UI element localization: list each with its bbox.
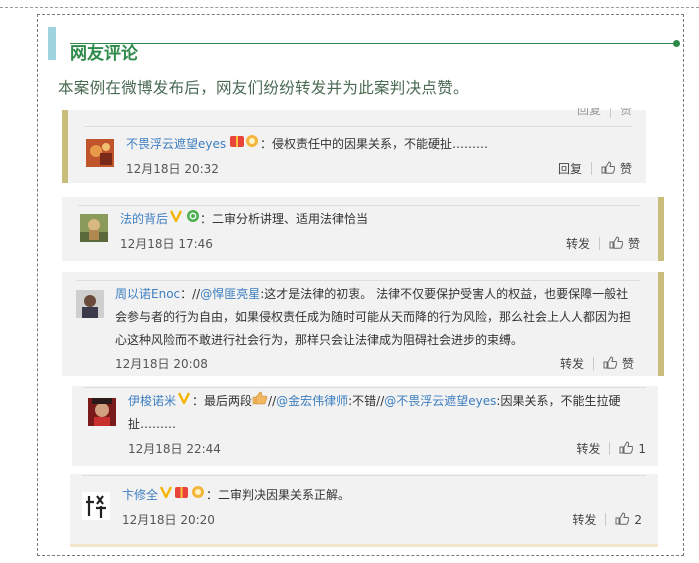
partial-reply: 回复 — [576, 108, 601, 117]
action-separator — [609, 442, 611, 455]
comment-time: 12月18日 17:46 — [120, 237, 213, 251]
avatar[interactable] — [80, 214, 108, 242]
verified-v-icon — [177, 390, 192, 413]
comment-card-2: 法的背后 ：二审分析讲理、适用法律恰当 12月18日 17:46 转发 赞 — [62, 197, 664, 261]
comment-body: 不畏浮云遮望eyes ：侵权责任中的因果关系，不能硬扯……… — [126, 133, 488, 156]
comment-time: 12月18日 20:08 — [115, 357, 208, 371]
thumbs-up-icon[interactable] — [603, 355, 618, 372]
comment-actions: 转发 2 — [572, 511, 642, 528]
mention-link[interactable]: @悍匪亮星 — [200, 287, 260, 301]
comment-actions: 转发 赞 — [566, 235, 640, 252]
comment-actions: 转发 1 — [576, 440, 646, 457]
card-bottom-edge — [70, 544, 658, 547]
comment-time: 12月18日 20:32 — [126, 162, 219, 176]
top-divider — [0, 7, 699, 8]
action-separator — [598, 237, 600, 250]
avatar[interactable] — [76, 290, 104, 318]
card-divider — [78, 205, 640, 206]
section-title-rule — [70, 43, 676, 44]
comment-time: 12月18日 20:20 — [122, 513, 215, 527]
avatar[interactable] — [88, 398, 116, 426]
card-stripe — [658, 272, 664, 376]
action-separator — [592, 357, 594, 370]
avatar[interactable] — [86, 139, 114, 167]
avatar[interactable] — [82, 492, 110, 520]
thumbs-up-icon[interactable] — [601, 160, 616, 177]
mention-link[interactable]: @金宏伟律师 — [276, 394, 348, 408]
thumbs-up-icon[interactable] — [609, 235, 624, 252]
card-stripe — [658, 197, 664, 261]
comment-body: 法的背后 ：二审分析讲理、适用法律恰当 — [120, 208, 368, 231]
comment-body: 卞修全 ：二审判决因果关系正解。 — [122, 484, 350, 507]
action-separator — [605, 513, 607, 526]
partial-top-actions: 回复 赞 — [577, 108, 632, 118]
section-accent-bar — [48, 27, 56, 60]
username-link[interactable]: 周以诺Enoc — [115, 287, 180, 301]
like-button[interactable]: 赞 — [628, 235, 640, 252]
comment-actions: 回复 赞 — [558, 160, 632, 177]
card-divider — [82, 475, 646, 476]
like-button[interactable]: 赞 — [622, 355, 634, 372]
username-link[interactable]: 伊梭诺米 — [128, 394, 176, 408]
like-count[interactable]: 1 — [638, 442, 646, 456]
mention-link[interactable]: @不畏浮云遮望eyes — [384, 394, 496, 408]
thumbs-up-icon[interactable] — [615, 511, 630, 528]
card-stripe — [62, 110, 68, 183]
username-link[interactable]: 不畏浮云遮望eyes — [126, 137, 226, 151]
comment-body: 伊梭诺米 ：最后两段//@金宏伟律师:不错//@不畏浮云遮望eyes:因果关系，不… — [128, 390, 648, 436]
section-title-dot — [673, 40, 680, 47]
partial-like: 赞 — [619, 108, 632, 117]
like-count[interactable]: 2 — [634, 513, 642, 527]
reply-button[interactable]: 回复 — [558, 160, 582, 177]
action-separator — [590, 162, 592, 175]
repost-button[interactable]: 转发 — [576, 440, 600, 457]
card-divider — [84, 387, 646, 388]
thumbs-up-emoji-icon — [252, 390, 268, 413]
verified-v-icon — [169, 208, 200, 231]
repost-button[interactable]: 转发 — [560, 355, 584, 372]
comment-card-1: 回复赞 不畏浮云遮望eyes ：侵权责任中的因果关系，不能硬扯……… 12月18… — [62, 108, 646, 183]
repost-button[interactable]: 转发 — [572, 511, 596, 528]
comment-card-5: 卞修全 ：二审判决因果关系正解。 12月18日 20:20 转发 2 — [70, 474, 658, 547]
verified-v-icon — [159, 484, 206, 507]
comment-card-4: 伊梭诺米 ：最后两段//@金宏伟律师:不错//@不畏浮云遮望eyes:因果关系，不… — [72, 386, 658, 466]
section-subtitle: 本案例在微博发布后，网友们纷纷转发并为此案判决点赞。 — [58, 79, 469, 97]
username-link[interactable]: 卞修全 — [122, 488, 158, 502]
comment-card-3: 周以诺Enoc：//@悍匪亮星:这才是法律的初衷。 法律不仅要保护受害人的权益，… — [62, 272, 664, 376]
like-button[interactable]: 赞 — [620, 160, 632, 177]
gift-badge-icon — [229, 133, 260, 156]
comment-body: 周以诺Enoc：//@悍匪亮星:这才是法律的初衷。 法律不仅要保护受害人的权益，… — [115, 287, 632, 347]
repost-button[interactable]: 转发 — [566, 235, 590, 252]
thumbs-up-icon[interactable] — [619, 440, 634, 457]
card-divider — [84, 126, 632, 127]
comment-time: 12月18日 22:44 — [128, 442, 221, 456]
section-title: 网友评论 — [70, 44, 138, 64]
username-link[interactable]: 法的背后 — [120, 212, 168, 226]
card-divider — [76, 280, 640, 281]
comment-actions: 转发 赞 — [560, 355, 634, 372]
